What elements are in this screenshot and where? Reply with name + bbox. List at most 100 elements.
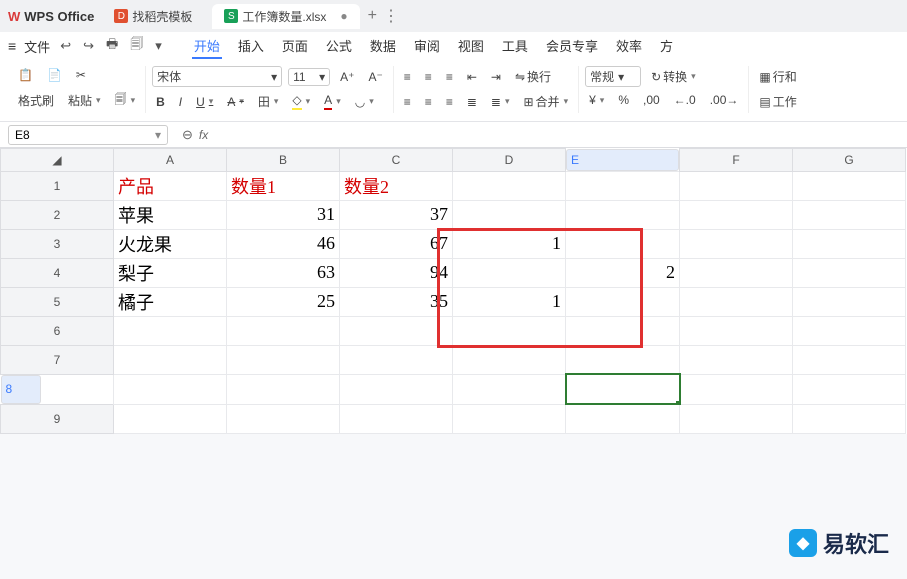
format-painter-button[interactable]: 格式刷: [14, 90, 58, 111]
cell-A4[interactable]: 梨子: [114, 258, 227, 287]
cell-C9[interactable]: [340, 404, 453, 433]
worksheet-button[interactable]: ▤ 工作: [755, 91, 800, 112]
cell-A2[interactable]: 苹果: [114, 200, 227, 229]
align-left-button[interactable]: ≡: [400, 93, 415, 111]
ribbon-tab-insert[interactable]: 插入: [236, 34, 266, 59]
italic-button[interactable]: I: [175, 93, 186, 111]
cell-C1[interactable]: 数量2: [340, 171, 453, 200]
select-all-corner[interactable]: ◢: [1, 149, 114, 172]
col-header-D[interactable]: D: [453, 149, 566, 172]
cell-D9[interactable]: [453, 404, 566, 433]
cell-F2[interactable]: [680, 200, 793, 229]
cell-B3[interactable]: 46: [227, 229, 340, 258]
row-header-4[interactable]: 4: [1, 258, 114, 287]
cell-F7[interactable]: [680, 345, 793, 374]
strikethrough-button[interactable]: A: [223, 93, 248, 111]
tab-template[interactable]: D 找稻壳模板: [102, 4, 204, 29]
border-button[interactable]: 田: [254, 91, 283, 112]
clear-format-button[interactable]: ◡: [351, 93, 378, 111]
cell-G5[interactable]: [793, 287, 906, 316]
bold-button[interactable]: B: [152, 93, 169, 111]
tab-workbook[interactable]: S 工作簿数量.xlsx ●: [212, 4, 359, 29]
hamburger-icon[interactable]: ≡: [8, 38, 16, 54]
ribbon-tab-member[interactable]: 会员专享: [544, 34, 600, 59]
justify-left-button[interactable]: ≣: [463, 93, 481, 111]
cell-C8[interactable]: [340, 374, 453, 404]
cell-B9[interactable]: [227, 404, 340, 433]
cell-G6[interactable]: [793, 316, 906, 345]
comma-button[interactable]: ,00: [639, 91, 664, 109]
preview-button[interactable]: 🗐: [128, 35, 145, 57]
cell-F9[interactable]: [680, 404, 793, 433]
justify-right-button[interactable]: ≣: [487, 93, 514, 111]
cell-D7[interactable]: [453, 345, 566, 374]
copy-format-button[interactable]: 🗐: [111, 88, 140, 113]
ribbon-tab-tools[interactable]: 工具: [500, 34, 530, 59]
align-bottom-button[interactable]: ≡: [442, 68, 457, 86]
cell-G8[interactable]: [793, 374, 906, 404]
cell-E2[interactable]: [566, 200, 680, 229]
indent-inc-button[interactable]: ⇥: [487, 68, 505, 86]
increase-decimal-button[interactable]: .00→: [706, 91, 743, 109]
row-header-7[interactable]: 7: [1, 345, 114, 374]
percent-button[interactable]: %: [614, 91, 633, 109]
col-header-C[interactable]: C: [340, 149, 453, 172]
number-format-select[interactable]: 常规▾: [585, 66, 641, 87]
cell-E3[interactable]: [566, 229, 680, 258]
cell-B2[interactable]: 31: [227, 200, 340, 229]
wrap-text-button[interactable]: ⇋ 换行: [511, 66, 555, 87]
align-right-button[interactable]: ≡: [442, 93, 457, 111]
ribbon-tab-home[interactable]: 开始: [192, 34, 222, 59]
cell-C5[interactable]: 35: [340, 287, 453, 316]
cell-C6[interactable]: [340, 316, 453, 345]
cell-E7[interactable]: [566, 345, 680, 374]
fx-icon[interactable]: fx: [199, 128, 208, 142]
cell-D2[interactable]: [453, 200, 566, 229]
fill-color-button[interactable]: ◇: [288, 91, 314, 112]
increase-font-button[interactable]: A⁺: [336, 68, 358, 86]
cell-A6[interactable]: [114, 316, 227, 345]
cell-A8[interactable]: [114, 374, 227, 404]
cell-G7[interactable]: [793, 345, 906, 374]
cell-C7[interactable]: [340, 345, 453, 374]
row-header-5[interactable]: 5: [1, 287, 114, 316]
cell-E8[interactable]: [566, 374, 680, 404]
cell-E5[interactable]: [566, 287, 680, 316]
cell-F3[interactable]: [680, 229, 793, 258]
row-header-8[interactable]: 8: [1, 375, 41, 404]
cell-D5[interactable]: 1: [453, 287, 566, 316]
redo-button[interactable]: ↪: [81, 38, 96, 54]
row-header-1[interactable]: 1: [1, 171, 114, 200]
cell-G4[interactable]: [793, 258, 906, 287]
cell-G3[interactable]: [793, 229, 906, 258]
cell-A3[interactable]: 火龙果: [114, 229, 227, 258]
indent-dec-button[interactable]: ⇤: [463, 68, 481, 86]
cell-B8[interactable]: [227, 374, 340, 404]
cell-F1[interactable]: [680, 171, 793, 200]
paste-icon[interactable]: 📄: [43, 66, 66, 84]
cell-D3[interactable]: 1: [453, 229, 566, 258]
ribbon-tab-view[interactable]: 视图: [456, 34, 486, 59]
cell-C4[interactable]: 94: [340, 258, 453, 287]
col-header-F[interactable]: F: [680, 149, 793, 172]
cell-B7[interactable]: [227, 345, 340, 374]
row-header-9[interactable]: 9: [1, 404, 114, 433]
ribbon-tab-review[interactable]: 审阅: [412, 34, 442, 59]
more-tabs-button[interactable]: ⋮: [383, 6, 399, 26]
cell-F5[interactable]: [680, 287, 793, 316]
align-top-button[interactable]: ≡: [400, 68, 415, 86]
cell-B5[interactable]: 25: [227, 287, 340, 316]
cut-button[interactable]: ✂: [72, 66, 90, 84]
cell-A1[interactable]: 产品: [114, 171, 227, 200]
font-color-button[interactable]: A: [320, 91, 345, 112]
font-name-select[interactable]: 宋体▾: [152, 66, 282, 87]
decrease-font-button[interactable]: A⁻: [364, 68, 386, 86]
row-col-button[interactable]: ▦ 行和: [755, 66, 800, 87]
cell-C3[interactable]: 67: [340, 229, 453, 258]
qat-more-button[interactable]: ▾: [153, 38, 164, 54]
align-center-button[interactable]: ≡: [421, 93, 436, 111]
cell-B1[interactable]: 数量1: [227, 171, 340, 200]
align-middle-button[interactable]: ≡: [421, 68, 436, 86]
merge-cells-button[interactable]: ⊞ 合并: [519, 91, 572, 112]
cell-B6[interactable]: [227, 316, 340, 345]
